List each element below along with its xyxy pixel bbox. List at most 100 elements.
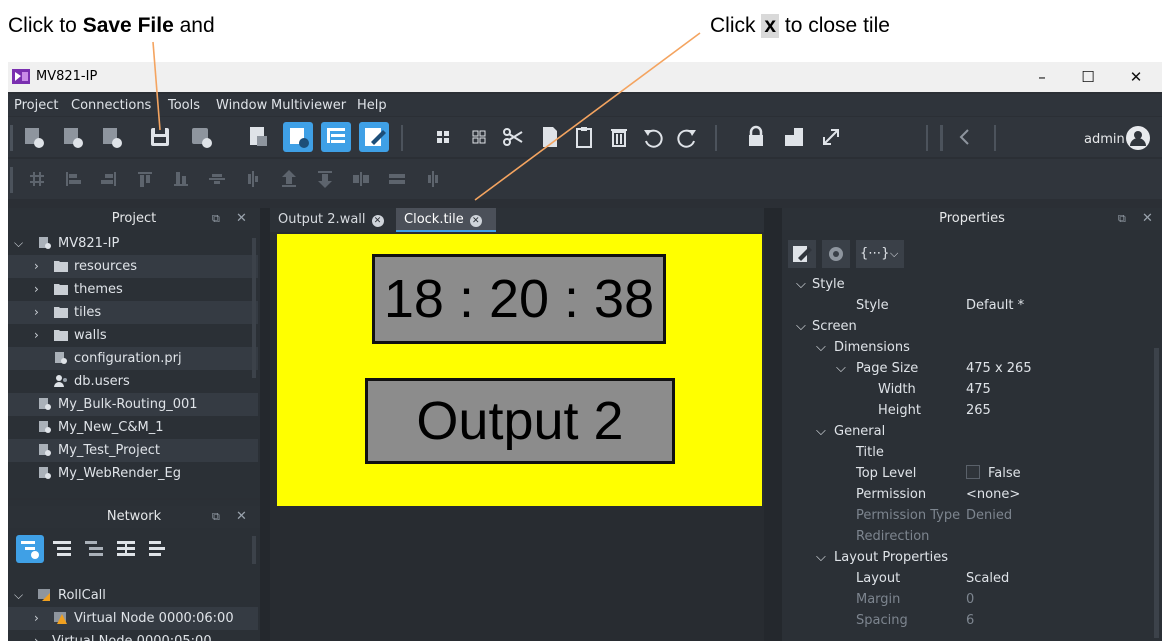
align-right-icon[interactable] (94, 164, 124, 194)
tree-item-project[interactable]: My_Test_Project (8, 439, 258, 462)
align-middle-icon[interactable] (202, 164, 232, 194)
chevron-right-icon[interactable]: › (34, 301, 39, 324)
menu-window[interactable]: Window (216, 98, 267, 113)
chevron-down-icon[interactable]: ⌵ (14, 584, 23, 607)
undock-icon[interactable]: ⧉ (1118, 208, 1126, 230)
distribute-up-icon[interactable] (274, 164, 304, 194)
fit-icon[interactable] (779, 122, 809, 152)
user-avatar-icon[interactable] (1124, 124, 1152, 152)
info-view-button[interactable] (283, 122, 313, 152)
tree-item-virtual-node[interactable]: › Virtual Node 0000:06:00 (8, 607, 258, 630)
import-project-button[interactable] (96, 122, 126, 152)
close-tab-icon[interactable]: ✕ (469, 215, 482, 227)
menu-project[interactable]: Project (14, 98, 58, 113)
project-scrollbar[interactable] (252, 238, 256, 378)
chevron-right-icon[interactable]: › (34, 324, 39, 347)
left-splitter[interactable] (260, 208, 270, 641)
tree-item-project[interactable]: My_New_C&M_1 (8, 416, 258, 439)
align-center-icon[interactable] (238, 164, 268, 194)
align-left-icon[interactable] (58, 164, 88, 194)
chevron-right-icon[interactable]: › (34, 278, 39, 301)
prop-section-layout-properties[interactable]: ⌵ Layout Properties (782, 547, 1162, 568)
tree-item-tiles[interactable]: › tiles (8, 301, 258, 324)
save-file-button[interactable] (145, 122, 175, 152)
menu-multiviewer[interactable]: Multiviewer (271, 98, 346, 113)
tree-item-rollcall[interactable]: ⌵ RollCall (8, 584, 258, 607)
prop-row-permission[interactable]: Permission <none> (782, 484, 1162, 505)
space-vertical-icon[interactable] (382, 164, 412, 194)
chevron-right-icon[interactable]: › (34, 255, 39, 278)
save-all-button[interactable] (186, 122, 216, 152)
open-project-button[interactable] (57, 122, 87, 152)
list-view-button[interactable] (80, 535, 108, 563)
prop-section-general[interactable]: ⌵ General (782, 421, 1162, 442)
align-bottom-icon[interactable] (166, 164, 196, 194)
prop-row-height[interactable]: Height 265 (782, 400, 1162, 421)
edit-properties-button[interactable] (788, 240, 816, 268)
new-project-button[interactable] (18, 122, 48, 152)
delete-icon[interactable] (604, 122, 634, 152)
tab-clock-tile[interactable]: Clock.tile ✕ (396, 208, 496, 232)
prop-section-dimensions[interactable]: ⌵ Dimensions (782, 337, 1162, 358)
menu-help[interactable]: Help (357, 98, 387, 113)
tree-item-themes[interactable]: › themes (8, 278, 258, 301)
network-view-button[interactable] (16, 535, 44, 563)
chevron-right-icon[interactable]: › (34, 607, 39, 630)
undock-icon[interactable]: ⧉ (212, 208, 220, 230)
prop-row-style[interactable]: Style Default * (782, 295, 1162, 316)
output-label-widget[interactable]: Output 2 (365, 378, 675, 464)
minimize-button[interactable]: – (1022, 62, 1062, 92)
close-panel-icon[interactable]: ✕ (236, 208, 247, 230)
prop-section-style[interactable]: ⌵ Style (782, 274, 1162, 295)
tree-view-button[interactable] (48, 535, 76, 563)
small-grid-button[interactable] (464, 122, 494, 152)
settings-button[interactable] (822, 240, 850, 268)
tab-output-wall[interactable]: Output 2.wall ✕ (270, 208, 396, 232)
right-splitter[interactable] (764, 208, 782, 641)
distribute-down-icon[interactable] (310, 164, 340, 194)
menu-connections[interactable]: Connections (71, 98, 151, 113)
prop-row-top-level[interactable]: Top Level False (782, 463, 1162, 484)
variables-dropdown[interactable]: {⋯} ⌵ (856, 240, 904, 268)
prop-value[interactable]: False (966, 463, 1021, 484)
properties-scrollbar[interactable] (1154, 348, 1159, 638)
grid-icon[interactable] (22, 164, 52, 194)
chevron-down-icon[interactable]: ⌵ (14, 232, 23, 255)
same-width-icon[interactable] (418, 164, 448, 194)
close-tab-icon[interactable]: ✕ (371, 215, 384, 227)
tree-item-resources[interactable]: › resources (8, 255, 258, 278)
fullscreen-icon[interactable] (816, 122, 846, 152)
tree-item-project[interactable]: My_WebRender_Eg (8, 462, 258, 482)
prop-row-page-size[interactable]: ⌵ Page Size 475 x 265 (782, 358, 1162, 379)
copy-icon[interactable] (534, 122, 564, 152)
close-window-button[interactable]: ✕ (1116, 62, 1156, 92)
tree-item-db-users[interactable]: db.users (8, 370, 258, 393)
lock-icon[interactable] (741, 122, 771, 152)
maximize-button[interactable]: ☐ (1068, 62, 1108, 92)
collapse-view-button[interactable] (144, 535, 172, 563)
top-level-checkbox[interactable] (966, 465, 980, 479)
space-horizontal-icon[interactable] (346, 164, 376, 194)
clock-widget[interactable]: 18 : 20 : 38 (372, 254, 666, 344)
back-icon[interactable] (950, 122, 980, 152)
network-scrollbar[interactable] (252, 536, 256, 564)
report-button[interactable] (243, 122, 273, 152)
expand-view-button[interactable] (112, 535, 140, 563)
close-panel-icon[interactable]: ✕ (1142, 208, 1153, 230)
close-panel-icon[interactable]: ✕ (236, 506, 247, 528)
paste-icon[interactable] (569, 122, 599, 152)
tree-item-walls[interactable]: › walls (8, 324, 258, 347)
hierarchy-view-button[interactable] (321, 122, 351, 152)
tile-grid-button[interactable] (428, 122, 458, 152)
prop-section-screen[interactable]: ⌵ Screen (782, 316, 1162, 337)
menu-tools[interactable]: Tools (168, 98, 200, 113)
undo-icon[interactable] (638, 122, 668, 152)
edit-view-button[interactable] (359, 122, 389, 152)
tree-item-root[interactable]: ⌵ MV821-IP (8, 232, 258, 255)
tile-canvas[interactable]: 18 : 20 : 38 Output 2 (277, 234, 762, 506)
redo-icon[interactable] (672, 122, 702, 152)
chevron-right-icon[interactable]: › (34, 630, 39, 641)
cut-icon[interactable] (498, 122, 528, 152)
prop-row-layout[interactable]: Layout Scaled (782, 568, 1162, 589)
tree-item-virtual-node[interactable]: › Virtual Node 0000:05:00 (8, 630, 258, 641)
